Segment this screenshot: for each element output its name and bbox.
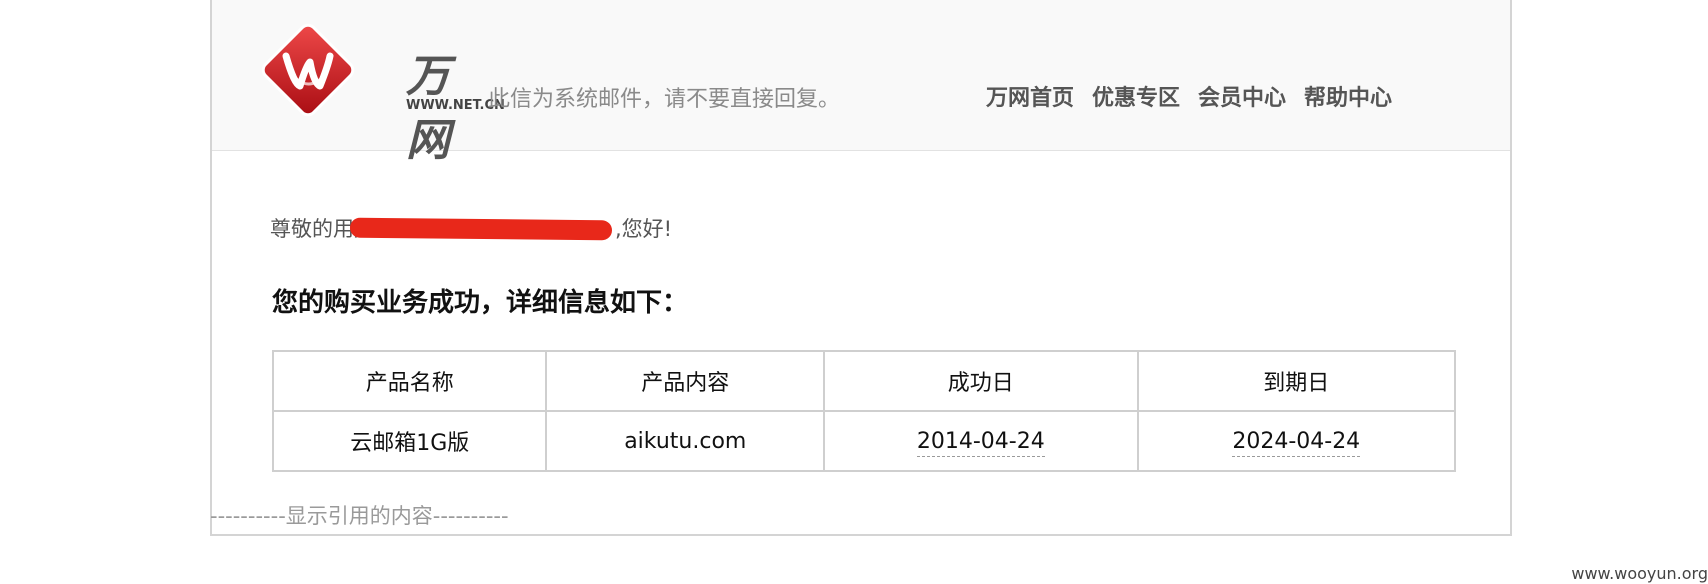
system-mail-notice: 此信为系统邮件，请不要直接回复。 — [488, 87, 841, 112]
column-header-product-name: 产品名称 — [271, 350, 548, 412]
nav-promotions-link[interactable]: 优惠专区 — [1092, 80, 1180, 112]
column-header-product-content: 产品内容 — [545, 350, 826, 412]
success-date-value[interactable]: 2014-04-24 — [916, 428, 1045, 457]
email-frame: 万网 WWW.NET.CN 此信为系统邮件，请不要直接回复。 万网首页 优惠专区… — [210, 0, 1512, 536]
table-row: 云邮箱1G版 aikutu.com 2014-04-24 2024-04-24 — [271, 410, 1457, 472]
expiry-date-value[interactable]: 2024-04-24 — [1232, 428, 1361, 457]
cell-success-date: 2014-04-24 — [823, 410, 1139, 472]
column-header-success-date: 成功日 — [823, 350, 1139, 412]
cell-product-name: 云邮箱1G版 — [271, 410, 548, 472]
table-header-row: 产品名称 产品内容 成功日 到期日 — [271, 350, 1457, 412]
nav-home-link[interactable]: 万网首页 — [986, 80, 1074, 112]
nav-member-center-link[interactable]: 会员中心 — [1198, 80, 1286, 112]
cell-product-content: aikutu.com — [545, 410, 826, 472]
purchase-success-headline: 您的购买业务成功，详细信息如下： — [272, 288, 689, 318]
watermark: www.wooyun.org — [1571, 564, 1708, 583]
nav-help-center-link[interactable]: 帮助中心 — [1304, 80, 1392, 112]
show-quoted-content-link[interactable]: ----------显示引用的内容---------- — [210, 500, 509, 530]
wanwang-logo[interactable]: 万网 WWW.NET.CN — [256, 22, 505, 166]
top-nav: 万网首页 优惠专区 会员中心 帮助中心 — [986, 80, 1392, 112]
email-header: 万网 WWW.NET.CN 此信为系统邮件，请不要直接回复。 万网首页 优惠专区… — [212, 0, 1510, 166]
order-details-table: 产品名称 产品内容 成功日 到期日 云邮箱1G版 aikutu.com 2014… — [271, 350, 1457, 472]
greeting-suffix: ,您好! — [615, 217, 673, 241]
logo-mark-icon — [261, 23, 355, 117]
redacted-email — [349, 217, 613, 241]
cell-expiry-date: 2024-04-24 — [1136, 410, 1457, 472]
column-header-expiry-date: 到期日 — [1136, 350, 1457, 412]
